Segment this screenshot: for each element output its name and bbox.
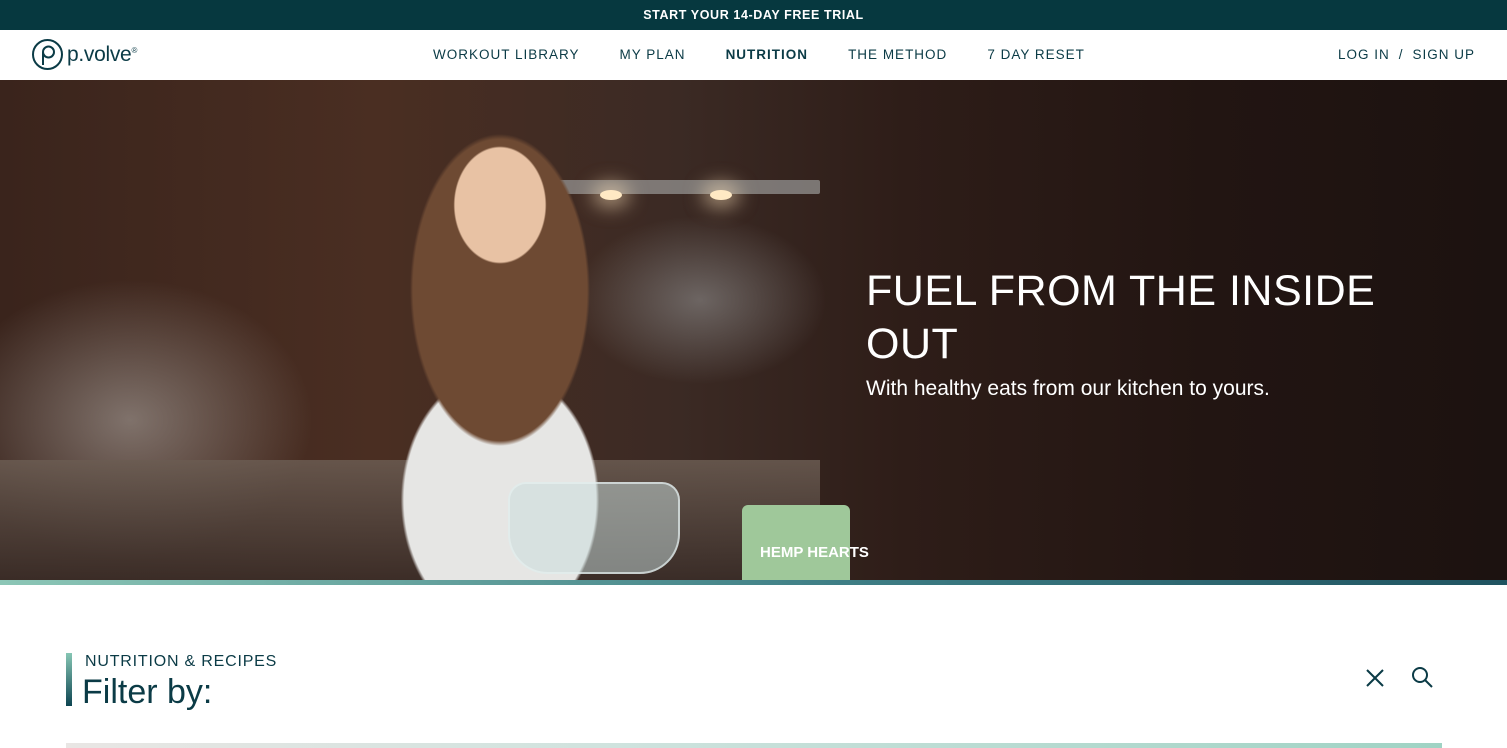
nav-item-my-plan[interactable]: MY PLAN <box>620 47 686 62</box>
login-link[interactable]: LOG IN <box>1338 47 1390 62</box>
filter-accent-bar <box>66 653 72 706</box>
hero-copy: FUEL FROM THE INSIDE OUT With healthy ea… <box>866 265 1426 401</box>
filter-divider <box>66 743 1442 748</box>
hero-subtitle: With healthy eats from our kitchen to yo… <box>866 377 1270 400</box>
nav-item-nutrition[interactable]: NUTRITION <box>726 47 809 62</box>
brand-logo[interactable]: p.volve® <box>31 38 137 71</box>
nav-item-workout-library[interactable]: WORKOUT LIBRARY <box>433 47 580 62</box>
hero-hemp-bag <box>742 505 850 580</box>
auth-links: LOG IN / SIGN UP <box>1338 47 1475 62</box>
nav-item-7-day-reset[interactable]: 7 DAY RESET <box>987 47 1085 62</box>
hero-divider <box>0 580 1507 585</box>
filter-eyebrow: NUTRITION & RECIPES <box>85 653 278 670</box>
pvolve-logo-icon <box>32 39 63 70</box>
search-button[interactable] <box>1410 666 1434 690</box>
hero-light <box>710 190 732 200</box>
filter-title: Filter by: <box>82 673 213 711</box>
auth-separator: / <box>1398 47 1404 62</box>
nav-item-the-method[interactable]: THE METHOD <box>848 47 947 62</box>
hero-banner: HEMP HEARTS FUEL FROM THE INSIDE OUT Wit… <box>0 80 1507 580</box>
main-menu: WORKOUT LIBRARY MY PLAN NUTRITION THE ME… <box>433 47 1125 62</box>
promo-text[interactable]: START YOUR 14-DAY FREE TRIAL <box>643 8 864 22</box>
close-filter-button[interactable] <box>1363 666 1387 690</box>
search-icon <box>1412 667 1433 688</box>
brand-name: p.volve® <box>67 42 138 66</box>
hero-salad-bowl <box>508 482 680 574</box>
promo-banner[interactable]: START YOUR 14-DAY FREE TRIAL <box>0 0 1507 30</box>
top-navigation: p.volve® WORKOUT LIBRARY MY PLAN NUTRITI… <box>0 30 1507 80</box>
hero-bag-label: HEMP HEARTS <box>760 544 869 561</box>
signup-link[interactable]: SIGN UP <box>1412 47 1475 62</box>
close-icon <box>1366 669 1384 687</box>
hero-title: FUEL FROM THE INSIDE OUT <box>866 267 1376 368</box>
